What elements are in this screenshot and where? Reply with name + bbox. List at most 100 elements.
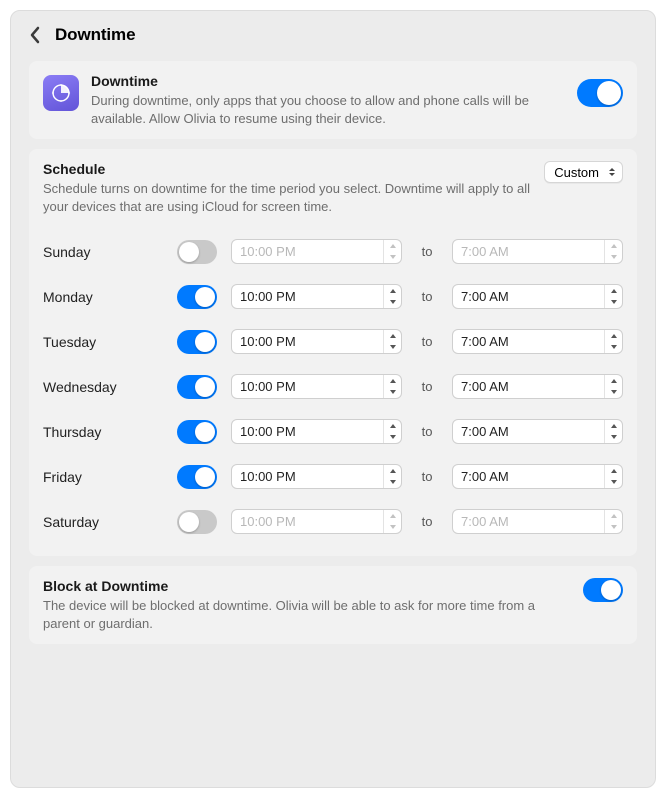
stepper-down-icon[interactable] <box>605 252 622 264</box>
time-stepper[interactable] <box>383 420 401 443</box>
downtime-toggle[interactable] <box>577 79 623 107</box>
stepper-up-icon[interactable] <box>605 510 622 522</box>
time-value: 10:00 PM <box>240 514 383 529</box>
stepper-down-icon[interactable] <box>384 432 401 444</box>
day-row-friday: Friday10:00 PMto7:00 AM <box>43 454 623 499</box>
day-label: Wednesday <box>43 379 163 395</box>
day-toggle-monday[interactable] <box>177 285 217 309</box>
day-row-thursday: Thursday10:00 PMto7:00 AM <box>43 409 623 454</box>
day-start-time[interactable]: 10:00 PM <box>231 284 402 309</box>
day-end-time[interactable]: 7:00 AM <box>452 284 623 309</box>
stepper-up-icon[interactable] <box>605 420 622 432</box>
stepper-up-icon[interactable] <box>605 465 622 477</box>
day-label: Monday <box>43 289 163 305</box>
day-start-time[interactable]: 10:00 PM <box>231 374 402 399</box>
stepper-down-icon[interactable] <box>605 432 622 444</box>
stepper-up-icon[interactable] <box>605 330 622 342</box>
time-stepper[interactable] <box>604 330 622 353</box>
stepper-up-icon[interactable] <box>384 420 401 432</box>
page-title: Downtime <box>55 25 135 45</box>
day-end-time[interactable]: 7:00 AM <box>452 239 623 264</box>
stepper-up-icon[interactable] <box>384 465 401 477</box>
day-end-time[interactable]: 7:00 AM <box>452 509 623 534</box>
time-value: 7:00 AM <box>461 244 604 259</box>
to-label: to <box>416 244 438 259</box>
downtime-title: Downtime <box>91 73 557 89</box>
downtime-icon <box>43 75 79 111</box>
day-label: Saturday <box>43 514 163 530</box>
time-stepper[interactable] <box>604 510 622 533</box>
day-label: Friday <box>43 469 163 485</box>
schedule-days: Sunday10:00 PMto7:00 AMMonday10:00 PMto7… <box>43 229 623 544</box>
time-stepper[interactable] <box>383 465 401 488</box>
stepper-down-icon[interactable] <box>384 342 401 354</box>
stepper-up-icon[interactable] <box>384 375 401 387</box>
day-end-time[interactable]: 7:00 AM <box>452 419 623 444</box>
header: Downtime <box>11 11 655 55</box>
stepper-down-icon[interactable] <box>605 342 622 354</box>
time-value: 7:00 AM <box>461 514 604 529</box>
stepper-up-icon[interactable] <box>605 285 622 297</box>
stepper-up-icon[interactable] <box>384 510 401 522</box>
day-toggle-tuesday[interactable] <box>177 330 217 354</box>
time-value: 10:00 PM <box>240 424 383 439</box>
time-value: 10:00 PM <box>240 334 383 349</box>
day-start-time[interactable]: 10:00 PM <box>231 239 402 264</box>
downtime-description: During downtime, only apps that you choo… <box>91 92 557 127</box>
day-toggle-saturday[interactable] <box>177 510 217 534</box>
time-value: 7:00 AM <box>461 334 604 349</box>
stepper-down-icon[interactable] <box>384 522 401 534</box>
stepper-up-icon[interactable] <box>605 375 622 387</box>
schedule-mode-select[interactable]: Custom <box>544 161 623 183</box>
time-stepper[interactable] <box>604 240 622 263</box>
time-stepper[interactable] <box>383 510 401 533</box>
time-stepper[interactable] <box>604 285 622 308</box>
time-stepper[interactable] <box>383 240 401 263</box>
day-toggle-friday[interactable] <box>177 465 217 489</box>
downtime-panel: Downtime Downtime During downtime, on <box>10 10 656 788</box>
time-stepper[interactable] <box>383 375 401 398</box>
time-stepper[interactable] <box>604 375 622 398</box>
stepper-down-icon[interactable] <box>384 477 401 489</box>
day-end-time[interactable]: 7:00 AM <box>452 464 623 489</box>
stepper-down-icon[interactable] <box>384 387 401 399</box>
time-stepper[interactable] <box>604 420 622 443</box>
day-row-tuesday: Tuesday10:00 PMto7:00 AM <box>43 319 623 364</box>
day-toggle-sunday[interactable] <box>177 240 217 264</box>
time-value: 10:00 PM <box>240 379 383 394</box>
day-row-saturday: Saturday10:00 PMto7:00 AM <box>43 499 623 544</box>
stepper-down-icon[interactable] <box>605 522 622 534</box>
stepper-up-icon[interactable] <box>384 240 401 252</box>
time-value: 7:00 AM <box>461 469 604 484</box>
day-start-time[interactable]: 10:00 PM <box>231 419 402 444</box>
time-stepper[interactable] <box>604 465 622 488</box>
day-end-time[interactable]: 7:00 AM <box>452 374 623 399</box>
back-button[interactable] <box>29 26 41 44</box>
block-description: The device will be blocked at downtime. … <box>43 597 571 632</box>
schedule-section: Schedule Schedule turns on downtime for … <box>29 149 637 556</box>
to-label: to <box>416 379 438 394</box>
day-end-time[interactable]: 7:00 AM <box>452 329 623 354</box>
day-start-time[interactable]: 10:00 PM <box>231 329 402 354</box>
stepper-up-icon[interactable] <box>384 330 401 342</box>
time-value: 7:00 AM <box>461 424 604 439</box>
schedule-title: Schedule <box>43 161 534 177</box>
day-row-wednesday: Wednesday 10:00 PM to 7:00 AM <box>43 364 623 409</box>
day-start-time[interactable]: 10:00 PM <box>231 464 402 489</box>
day-start-time[interactable]: 10:00 PM <box>231 509 402 534</box>
day-label: Thursday <box>43 424 163 440</box>
stepper-down-icon[interactable] <box>384 252 401 264</box>
stepper-up-icon[interactable] <box>384 285 401 297</box>
time-stepper[interactable] <box>383 285 401 308</box>
stepper-down-icon[interactable] <box>384 297 401 309</box>
block-toggle[interactable] <box>583 578 623 602</box>
stepper-down-icon[interactable] <box>605 297 622 309</box>
time-stepper[interactable] <box>383 330 401 353</box>
time-value: 10:00 PM <box>240 289 383 304</box>
day-toggle-wednesday[interactable] <box>177 375 217 399</box>
stepper-up-icon[interactable] <box>605 240 622 252</box>
stepper-down-icon[interactable] <box>605 387 622 399</box>
block-title: Block at Downtime <box>43 578 571 594</box>
day-toggle-thursday[interactable] <box>177 420 217 444</box>
stepper-down-icon[interactable] <box>605 477 622 489</box>
